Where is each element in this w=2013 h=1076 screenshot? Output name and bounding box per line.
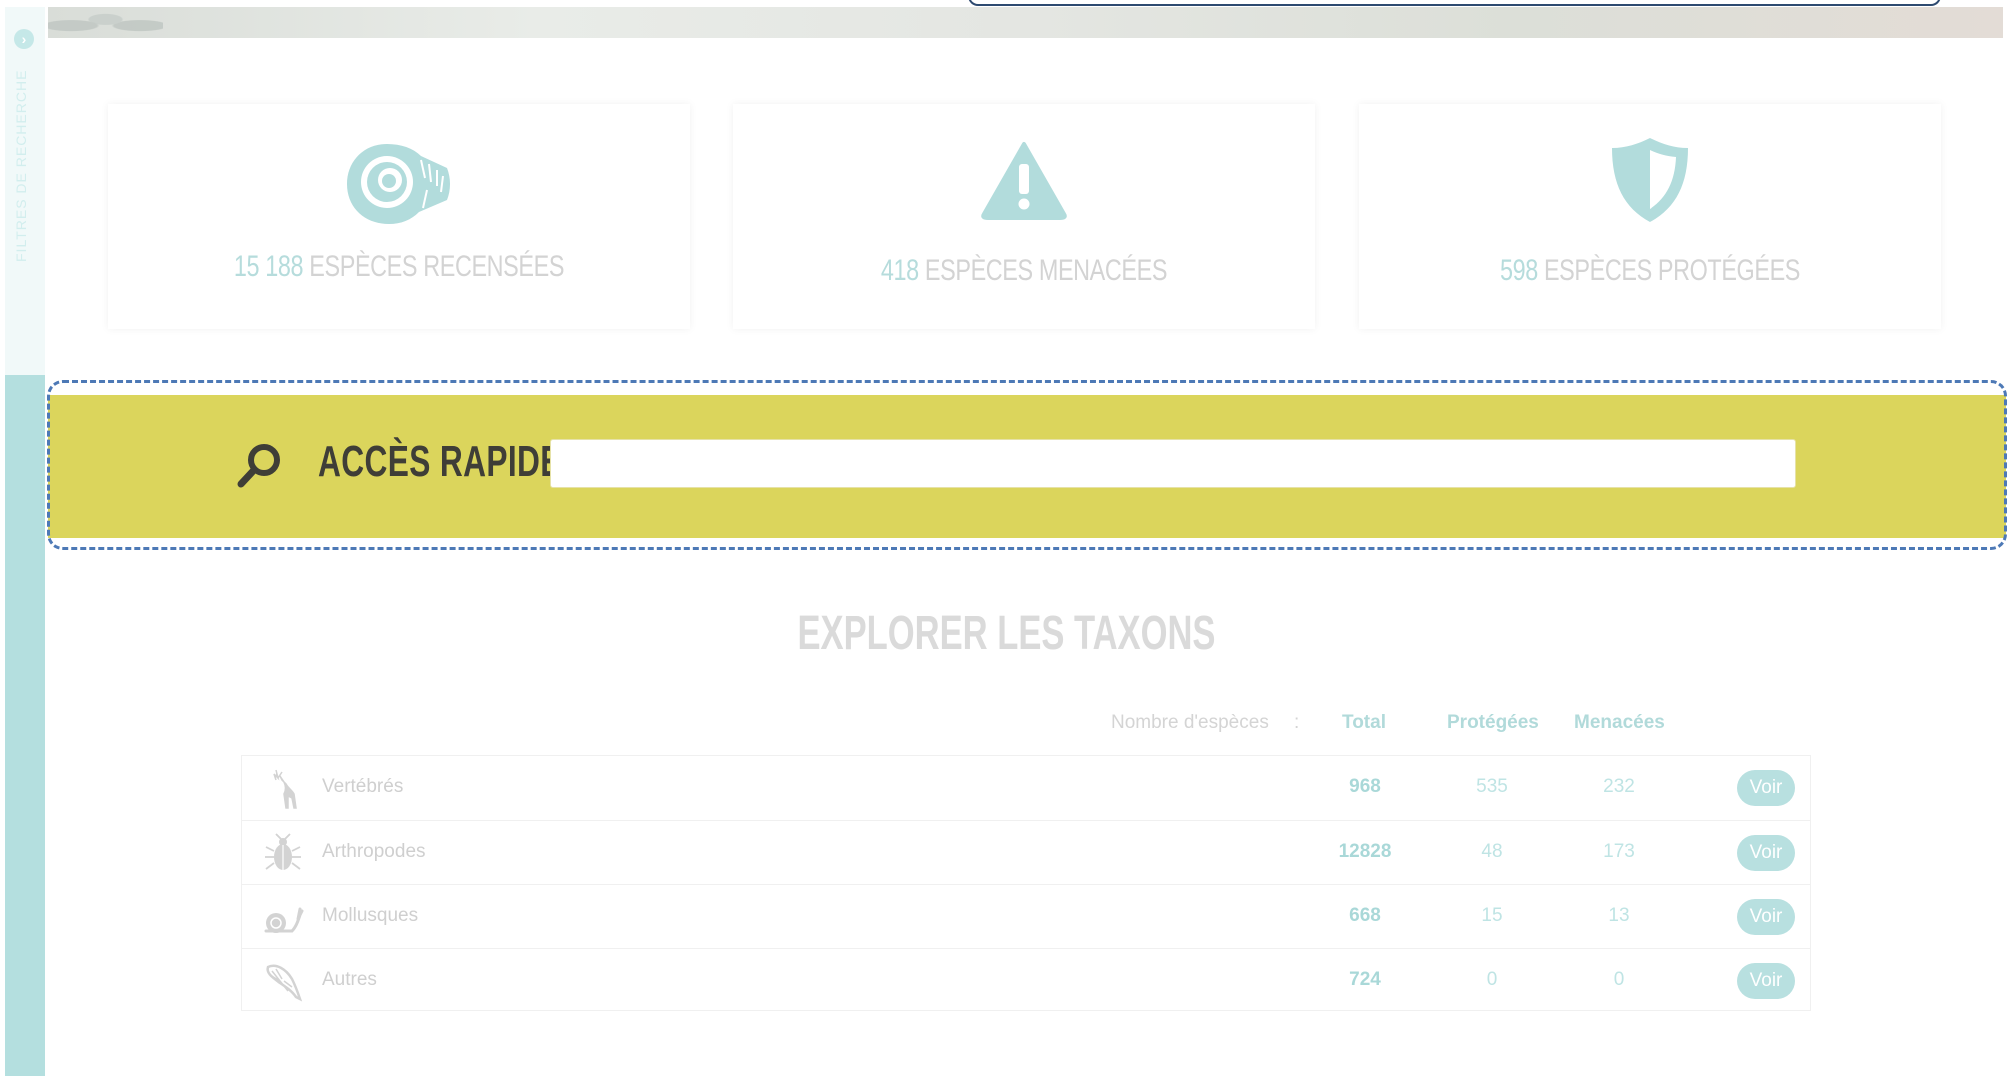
voir-button[interactable]: Voir bbox=[1737, 770, 1795, 806]
taxon-name: Mollusques bbox=[322, 905, 419, 926]
taxon-name: Arthropodes bbox=[322, 841, 426, 862]
search-icon bbox=[237, 444, 280, 488]
warning-icon bbox=[981, 142, 1067, 220]
taxon-threatened: 173 bbox=[1603, 841, 1635, 862]
trilobite-icon bbox=[266, 964, 303, 1002]
stat-number: 15 188 bbox=[233, 250, 304, 283]
stat-card-threatened: 418 ESPÈCES MENACÉES bbox=[733, 104, 1315, 329]
stat-label: ESPÈCES PROTÉGÉES bbox=[1543, 254, 1801, 287]
filter-sidebar-bar bbox=[5, 375, 45, 1076]
table-row: Autres 724 0 0 Voir bbox=[242, 948, 1810, 1012]
table-row: Mollusques 668 15 13 Voir bbox=[242, 884, 1810, 948]
species-count-label: Nombre d'espèces bbox=[1111, 712, 1269, 733]
stat-label: ESPÈCES RECENSÉES bbox=[309, 250, 565, 283]
taxon-name: Autres bbox=[322, 969, 377, 990]
taxon-protected: 535 bbox=[1476, 776, 1508, 797]
deer-icon bbox=[273, 769, 297, 809]
stat-number: 418 bbox=[880, 254, 919, 287]
stat-label: ESPÈCES MENACÉES bbox=[924, 254, 1168, 287]
stat-card-protected: 598 ESPÈCES PROTÉGÉES bbox=[1359, 104, 1941, 329]
column-total[interactable]: Total bbox=[1342, 712, 1386, 734]
column-protected[interactable]: Protégées bbox=[1447, 712, 1539, 734]
header-search-box[interactable] bbox=[968, 0, 1941, 6]
stat-number: 598 bbox=[1499, 254, 1538, 287]
shield-icon bbox=[1612, 138, 1688, 222]
banner-decoration bbox=[48, 7, 163, 38]
taxon-protected: 15 bbox=[1481, 905, 1503, 926]
table-row: Vertébrés 968 535 232 Voir bbox=[242, 756, 1810, 820]
taxon-name: Vertébrés bbox=[322, 776, 404, 797]
voir-button[interactable]: Voir bbox=[1737, 963, 1795, 999]
column-threatened[interactable]: Menacées bbox=[1574, 712, 1665, 734]
voir-button[interactable]: Voir bbox=[1737, 835, 1795, 871]
taxon-total: 968 bbox=[1349, 776, 1381, 797]
taxon-protected: 48 bbox=[1481, 841, 1503, 862]
taxon-threatened: 13 bbox=[1608, 905, 1630, 926]
taxon-threatened: 232 bbox=[1603, 776, 1635, 797]
taxon-total: 12828 bbox=[1338, 841, 1392, 862]
chevron-right-icon[interactable]: › bbox=[14, 29, 34, 49]
ammonite-icon bbox=[347, 144, 450, 224]
taxon-total: 724 bbox=[1349, 969, 1381, 990]
stat-recorded: 15 188 ESPÈCES RECENSÉES bbox=[172, 250, 626, 284]
quick-access-input[interactable] bbox=[550, 439, 1796, 488]
stat-card-recorded: 15 188 ESPÈCES RECENSÉES bbox=[108, 104, 690, 329]
table-row: Arthropodes 12828 48 173 Voir bbox=[242, 820, 1810, 884]
taxon-total: 668 bbox=[1349, 905, 1381, 926]
header-separator: : bbox=[1294, 712, 1300, 733]
beetle-icon bbox=[265, 833, 301, 870]
sidebar-label[interactable]: FILTRES DE RECHERCHE bbox=[13, 62, 29, 262]
voir-button[interactable]: Voir bbox=[1737, 899, 1795, 935]
stat-threatened: 418 ESPÈCES MENACÉES bbox=[797, 254, 1251, 288]
taxon-protected: 0 bbox=[1486, 969, 1498, 990]
explore-title: EXPLORER LES TAXONS bbox=[797, 607, 1216, 660]
stat-protected: 598 ESPÈCES PROTÉGÉES bbox=[1423, 254, 1877, 288]
header-banner bbox=[48, 7, 2003, 38]
taxon-table: Vertébrés 968 535 232 Voir Arthropodes 1… bbox=[241, 755, 1811, 1011]
quick-access-label: ACCÈS RAPIDE bbox=[318, 437, 562, 486]
snail-icon bbox=[264, 907, 304, 933]
taxon-threatened: 0 bbox=[1613, 969, 1625, 990]
